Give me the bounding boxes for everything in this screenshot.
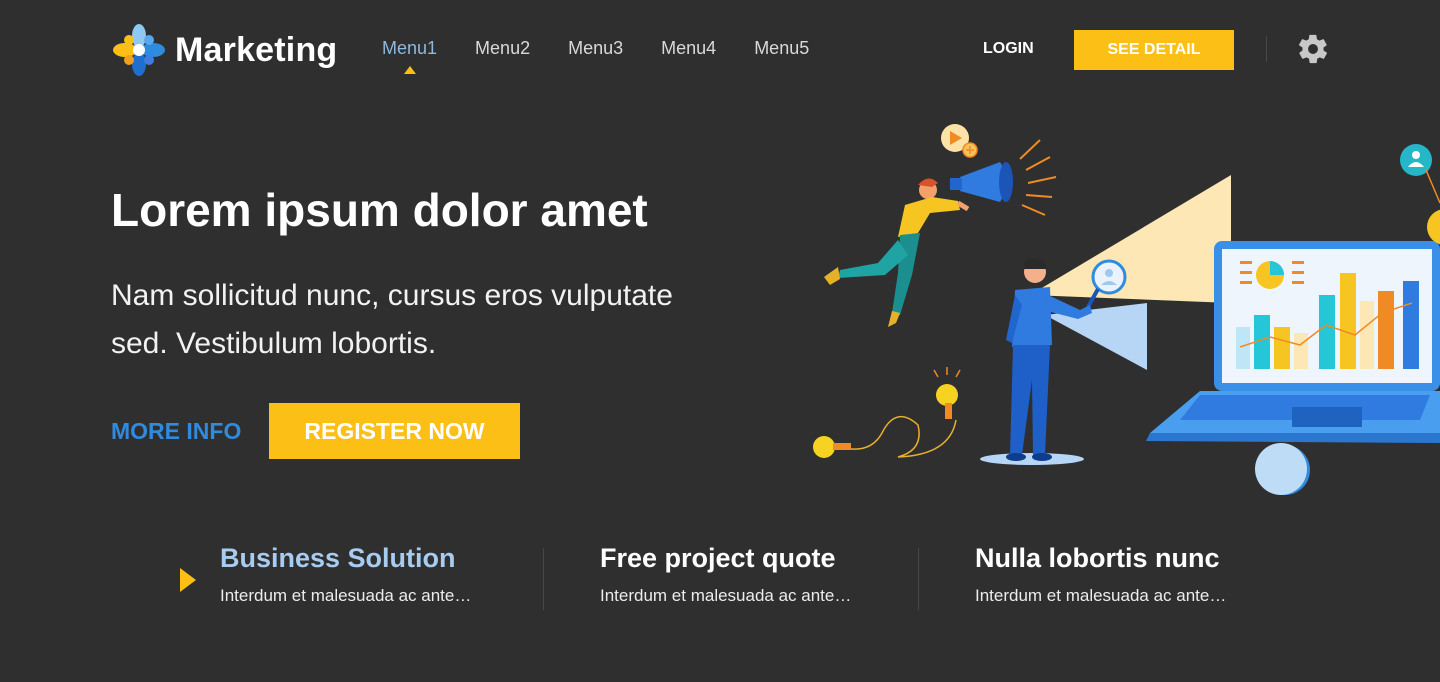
feature-desc: Interdum et malesuada ac ante… [600,586,852,605]
menu-item-label: Menu1 [382,38,438,58]
register-now-button[interactable]: REGISTER NOW [269,403,520,459]
menu-item-label: Menu3 [568,38,624,58]
menu-item-label: Menu5 [754,38,810,58]
brand[interactable]: Marketing [111,22,337,78]
gear-icon[interactable] [1296,32,1330,66]
flower-logo-icon [113,24,165,76]
hero-subtitle: Nam sollicitud nunc, cursus eros vulputa… [111,279,673,360]
features-row: Business Solution Interdum et malesuada … [0,540,1440,620]
feature-title: Free project quote [600,543,836,573]
menu-item-label: Menu4 [661,38,717,58]
nav-divider [1266,36,1267,62]
decor-circle [1427,209,1440,245]
marketing-illustration [813,124,1440,495]
menu-item-label: Menu2 [475,38,531,58]
lightbulb-icon [813,367,961,458]
feature-nulla-lobortis[interactable]: Nulla lobortis nunc Interdum et malesuad… [975,540,1226,608]
menu-item-2[interactable]: Menu2 [475,38,530,59]
feature-title: Nulla lobortis nunc [975,543,1220,573]
more-info-link[interactable]: MORE INFO [111,418,241,445]
hero-title: Lorem ipsum dolor amet [111,184,648,236]
feature-pointer-icon [180,568,196,592]
active-caret-icon [403,66,416,74]
feature-divider [543,548,544,610]
flying-person [824,178,970,327]
menu-item-5[interactable]: Menu5 [754,38,809,59]
feature-divider [918,548,919,610]
light-beam [1030,175,1231,303]
play-icon [941,124,978,158]
menu-item-3[interactable]: Menu3 [568,38,623,59]
feature-title: Business Solution [220,543,456,573]
feature-desc: Interdum et malesuada ac ante… [220,586,472,605]
menu-item-1[interactable]: Menu1 [382,38,438,74]
main-menu: Menu1 Menu2 Menu3 Menu4 Menu5 [382,38,809,74]
login-link[interactable]: LOGIN [983,40,1034,58]
feature-business-solution[interactable]: Business Solution Interdum et malesuada … [220,540,471,608]
decor-circle [1255,443,1307,495]
feature-free-project-quote[interactable]: Free project quote Interdum et malesuada… [600,540,851,608]
brand-name: Marketing [175,30,338,69]
menu-item-4[interactable]: Menu4 [661,38,716,59]
see-detail-button[interactable]: SEE DETAIL [1074,30,1234,70]
feature-desc: Interdum et malesuada ac ante… [975,586,1227,605]
